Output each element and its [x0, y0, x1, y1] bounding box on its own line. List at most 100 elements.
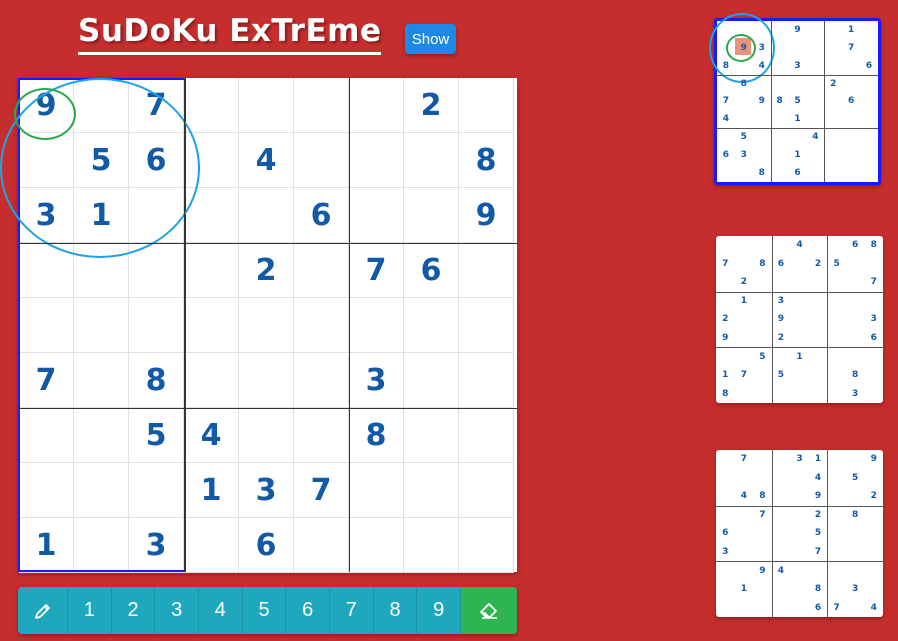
sudoku-cell[interactable] [404, 133, 459, 188]
pencil-icon[interactable] [18, 587, 68, 634]
sudoku-cell[interactable] [404, 518, 459, 573]
sudoku-cell[interactable] [239, 408, 294, 463]
mini-cell: 9 [777, 314, 785, 325]
sudoku-cell[interactable]: 3 [349, 353, 404, 408]
sudoku-cell[interactable]: 5 [129, 408, 184, 463]
sudoku-cell[interactable] [19, 298, 74, 353]
sudoku-cell[interactable] [74, 518, 129, 573]
sudoku-cell[interactable]: 8 [349, 408, 404, 463]
sudoku-cell[interactable] [459, 298, 514, 353]
sudoku-cell[interactable] [184, 133, 239, 188]
sudoku-cell[interactable] [404, 408, 459, 463]
sudoku-cell[interactable] [459, 408, 514, 463]
sudoku-cell[interactable] [349, 298, 404, 353]
sudoku-cell[interactable] [74, 463, 129, 518]
sudoku-cell[interactable] [74, 298, 129, 353]
sudoku-cell[interactable] [404, 298, 459, 353]
sudoku-cell[interactable] [184, 78, 239, 133]
mini-board-1[interactable]: 9193784368279856415463186 [709, 13, 881, 185]
sudoku-cell[interactable]: 9 [19, 78, 74, 133]
sudoku-cell[interactable] [74, 243, 129, 298]
sudoku-cell[interactable]: 3 [239, 463, 294, 518]
sudoku-cell[interactable] [239, 298, 294, 353]
mini-board-2[interactable]: 46878625271329392651175883 [716, 236, 883, 403]
sudoku-cell[interactable]: 1 [74, 188, 129, 243]
sudoku-cell[interactable] [294, 243, 349, 298]
sudoku-cell[interactable]: 2 [404, 78, 459, 133]
sudoku-cell[interactable] [349, 133, 404, 188]
sudoku-cell[interactable] [294, 353, 349, 408]
sudoku-cell[interactable] [459, 518, 514, 573]
sudoku-cell[interactable]: 4 [239, 133, 294, 188]
sudoku-cell[interactable] [294, 408, 349, 463]
sudoku-cell[interactable] [404, 188, 459, 243]
sudoku-cell[interactable]: 7 [129, 78, 184, 133]
sudoku-cell[interactable]: 8 [459, 133, 514, 188]
sudoku-cell[interactable]: 8 [129, 353, 184, 408]
sudoku-cell[interactable] [19, 408, 74, 463]
sudoku-cell[interactable]: 6 [239, 518, 294, 573]
eraser-icon[interactable] [461, 587, 517, 634]
sudoku-cell[interactable] [184, 298, 239, 353]
sudoku-cell[interactable] [459, 353, 514, 408]
sudoku-cell[interactable] [239, 78, 294, 133]
sudoku-cell[interactable] [349, 463, 404, 518]
sudoku-cell[interactable]: 5 [74, 133, 129, 188]
number-button-9[interactable]: 9 [417, 587, 462, 634]
sudoku-cell[interactable] [74, 408, 129, 463]
sudoku-cell[interactable] [184, 188, 239, 243]
sudoku-cell[interactable]: 9 [459, 188, 514, 243]
sudoku-cell[interactable]: 3 [129, 518, 184, 573]
sudoku-cell[interactable] [349, 78, 404, 133]
sudoku-cell[interactable] [349, 188, 404, 243]
sudoku-cell[interactable] [349, 518, 404, 573]
show-button[interactable]: Show [405, 24, 456, 54]
sudoku-cell[interactable]: 1 [184, 463, 239, 518]
number-button-1[interactable]: 1 [68, 587, 112, 634]
number-button-2[interactable]: 2 [112, 587, 156, 634]
sudoku-cell[interactable] [459, 243, 514, 298]
sudoku-cell[interactable] [459, 463, 514, 518]
number-button-3[interactable]: 3 [155, 587, 200, 634]
sudoku-cell[interactable] [294, 298, 349, 353]
number-button-5[interactable]: 5 [243, 587, 287, 634]
number-button-4[interactable]: 4 [199, 587, 243, 634]
sudoku-cell[interactable]: 3 [19, 188, 74, 243]
sudoku-cell[interactable]: 7 [19, 353, 74, 408]
sudoku-cell[interactable] [74, 353, 129, 408]
mini-cell: 3 [758, 42, 765, 53]
sudoku-cell[interactable] [404, 353, 459, 408]
sudoku-cell[interactable]: 1 [19, 518, 74, 573]
sudoku-cell[interactable]: 7 [294, 463, 349, 518]
sudoku-cell[interactable]: 2 [239, 243, 294, 298]
mini-cell: 7 [722, 258, 729, 269]
sudoku-cell[interactable]: 4 [184, 408, 239, 463]
sudoku-cell[interactable] [184, 243, 239, 298]
mini-cell: 8 [759, 491, 766, 502]
sudoku-cell[interactable] [19, 243, 74, 298]
sudoku-cell[interactable]: 6 [294, 188, 349, 243]
sudoku-cell[interactable] [19, 463, 74, 518]
sudoku-cell[interactable]: 7 [349, 243, 404, 298]
sudoku-cell[interactable] [404, 463, 459, 518]
sudoku-cell[interactable] [129, 188, 184, 243]
sudoku-cell[interactable]: 6 [404, 243, 459, 298]
sudoku-cell[interactable] [74, 78, 129, 133]
sudoku-cell[interactable] [239, 188, 294, 243]
mini-board-3[interactable]: 7319454892728653794183674 [716, 450, 883, 617]
number-button-7[interactable]: 7 [330, 587, 374, 634]
sudoku-cell[interactable] [129, 298, 184, 353]
sudoku-cell[interactable] [129, 463, 184, 518]
sudoku-cell[interactable] [459, 78, 514, 133]
sudoku-cell[interactable] [294, 518, 349, 573]
sudoku-cell[interactable] [129, 243, 184, 298]
sudoku-cell[interactable] [294, 78, 349, 133]
sudoku-cell[interactable] [184, 518, 239, 573]
sudoku-cell[interactable] [294, 133, 349, 188]
sudoku-cell[interactable]: 6 [129, 133, 184, 188]
sudoku-cell[interactable] [184, 353, 239, 408]
number-button-8[interactable]: 8 [374, 587, 418, 634]
sudoku-cell[interactable] [239, 353, 294, 408]
number-button-6[interactable]: 6 [286, 587, 331, 634]
sudoku-cell[interactable] [19, 133, 74, 188]
